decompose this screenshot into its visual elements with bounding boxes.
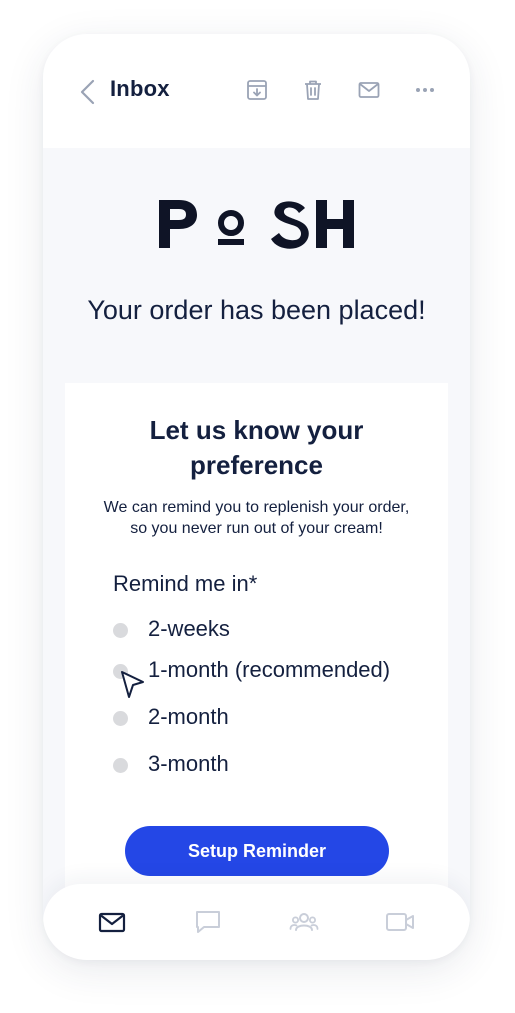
mail-icon[interactable] xyxy=(97,908,127,936)
radio-button[interactable] xyxy=(113,711,128,726)
option-label: 1-month (recommended) xyxy=(148,657,391,682)
option-2-month[interactable]: 2-month xyxy=(113,703,443,733)
card-description: We can remind you to replenish your orde… xyxy=(65,497,448,539)
card-title: Let us know your preference xyxy=(149,415,364,480)
option-2-weeks[interactable]: 2-weeks xyxy=(113,615,443,645)
option-label: 3-month xyxy=(148,751,229,776)
email-body: Your order has been placed! Let us know … xyxy=(43,148,470,943)
option-3-month[interactable]: 3-month xyxy=(113,750,443,780)
archive-download-icon[interactable] xyxy=(245,78,269,102)
option-1-month[interactable]: 1-month (recommended) xyxy=(113,656,443,686)
remind-me-label: Remind me in* xyxy=(113,571,258,596)
card-description-line: so you never run out of your cream! xyxy=(130,520,383,537)
option-label: 2-weeks xyxy=(148,616,230,641)
preference-card: Let us know your preference We can remin… xyxy=(65,383,448,943)
phone-frame: Inbox Your order has been placed! Let us… xyxy=(43,34,470,960)
radio-button[interactable] xyxy=(113,758,128,773)
envelope-icon[interactable] xyxy=(357,78,381,102)
chat-bubble-icon[interactable] xyxy=(193,908,223,936)
trash-icon[interactable] xyxy=(301,78,325,102)
more-horizontal-icon[interactable] xyxy=(413,78,437,102)
chevron-left-icon[interactable] xyxy=(77,77,99,107)
setup-reminder-button[interactable]: Setup Reminder xyxy=(125,826,389,876)
bottom-tab-bar xyxy=(43,884,470,960)
order-placed-headline: Your order has been placed! xyxy=(87,295,426,325)
email-header: Inbox xyxy=(43,34,470,148)
mouse-cursor-icon xyxy=(121,671,144,698)
option-label: 2-month xyxy=(148,704,229,729)
posh-logo xyxy=(159,200,354,249)
radio-button[interactable] xyxy=(113,623,128,638)
inbox-title[interactable]: Inbox xyxy=(110,76,170,102)
people-icon[interactable] xyxy=(289,908,319,936)
video-camera-icon[interactable] xyxy=(385,908,415,936)
card-description-line: We can remind you to replenish your orde… xyxy=(103,499,410,516)
